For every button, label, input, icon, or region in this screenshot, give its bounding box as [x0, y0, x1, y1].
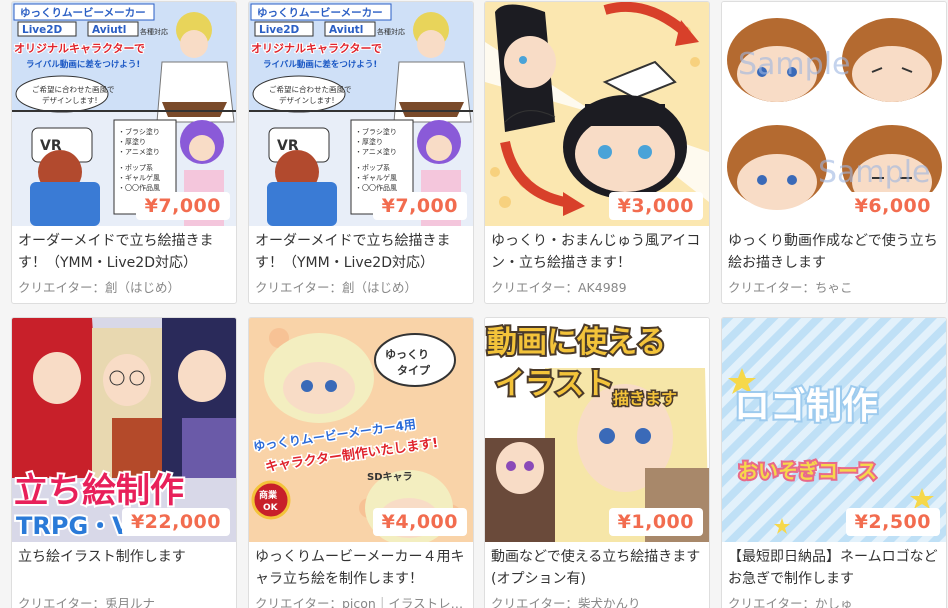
svg-text:・ギャルゲ風: ・ギャルゲ風 [355, 173, 397, 182]
svg-text:・〇〇作品風: ・〇〇作品風 [355, 183, 397, 192]
svg-text:・〇〇作品風: ・〇〇作品風 [118, 183, 160, 192]
creator-name[interactable]: クリエイター：創（はじめ） [12, 276, 236, 298]
svg-text:各種対応: 各種対応 [140, 27, 168, 36]
price-label: ¥7,000 [135, 192, 230, 220]
svg-text:動画に使える: 動画に使える [487, 325, 666, 360]
service-thumbnail[interactable]: ¥3,000 [485, 2, 709, 226]
svg-text:各種対応: 各種対応 [377, 27, 405, 36]
svg-text:ご希望に合わせた画風で: ご希望に合わせた画風で [269, 84, 352, 94]
svg-text:Sample: Sample [818, 155, 931, 190]
service-title[interactable]: 動画などで使える立ち絵描きます(オプション有) [485, 542, 709, 592]
creator-name[interactable]: クリエイター：AK4989 [485, 276, 709, 298]
svg-text:Live2D: Live2D [259, 24, 300, 36]
svg-text:ロゴ制作: ロゴ制作 [734, 385, 878, 427]
svg-text:Aviutl: Aviutl [329, 24, 363, 36]
svg-text:ゆっくりムービーメーカー: ゆっくりムービーメーカー [257, 6, 383, 19]
service-title[interactable]: 【最短即日納品】ネームロゴなどお急ぎで制作します [722, 542, 946, 592]
svg-text:描きます: 描きます [613, 389, 677, 408]
price-label: ¥3,000 [608, 192, 703, 220]
svg-text:デザインします!: デザインします! [42, 95, 98, 105]
service-title[interactable]: ゆっくり・おまんじゅう風アイコン・立ち絵描きます！ [485, 226, 709, 276]
service-thumbnail[interactable]: ゆっくりムービーメーカー Live2D Aviutl 各種対応 オリジナルキャラ… [249, 2, 473, 226]
price-label: ¥1,000 [608, 508, 703, 536]
service-card[interactable]: ゆっくりムービーメーカー Live2D Aviutl 各種対応 オリジナルキャラ… [248, 1, 474, 304]
svg-text:SDキャラ: SDキャラ [367, 471, 413, 483]
svg-text:ライバル動画に差をつけよう!: ライバル動画に差をつけよう! [263, 59, 377, 70]
svg-text:・アニメ塗り: ・アニメ塗り [118, 147, 160, 156]
svg-text:Aviutl: Aviutl [92, 24, 126, 36]
svg-text:商業: 商業 [259, 489, 278, 501]
price-label: ¥6,000 [845, 192, 940, 220]
svg-text:・ブラシ塗り: ・ブラシ塗り [355, 127, 397, 136]
svg-text:OK: OK [263, 503, 279, 513]
svg-text:・厚塗り: ・厚塗り [118, 137, 146, 146]
creator-name[interactable]: クリエイター：ちゃこ [722, 276, 946, 298]
price-label: ¥22,000 [121, 508, 230, 536]
svg-text:・厚塗り: ・厚塗り [355, 137, 383, 146]
svg-text:ご希望に合わせた画風で: ご希望に合わせた画風で [32, 84, 115, 94]
service-thumbnail[interactable]: 動画に使える イラスト 描きます ¥1,000 [485, 318, 709, 542]
service-title[interactable]: オーダーメイドで立ち絵描きます！（YMM・Live2D対応） [12, 226, 236, 276]
service-grid: ゆっくりムービーメーカー Live2D Aviutl 各種対応 オリジナルキャラ… [0, 0, 948, 608]
svg-text:立ち絵制作: 立ち絵制作 [14, 471, 184, 511]
service-thumbnail[interactable]: Sample Sample ¥6,000 [722, 2, 946, 226]
service-card[interactable]: ゆっくりムービーメーカー Live2D Aviutl 各種対応 オリジナルキャラ… [11, 1, 237, 304]
svg-text:・ギャルゲ風: ・ギャルゲ風 [118, 173, 160, 182]
svg-text:・アニメ塗り: ・アニメ塗り [355, 147, 397, 156]
service-thumbnail[interactable]: 立ち絵制作 TRPG・V ¥22,000 [12, 318, 236, 542]
creator-name[interactable]: クリエイター：かしゅ [722, 592, 946, 608]
svg-text:デザインします!: デザインします! [279, 95, 335, 105]
creator-name[interactable]: クリエイター：創（はじめ） [249, 276, 473, 298]
price-label: ¥7,000 [372, 192, 467, 220]
svg-text:・ブラシ塗り: ・ブラシ塗り [118, 127, 160, 136]
price-label: ¥4,000 [372, 508, 467, 536]
svg-text:・ポップ系: ・ポップ系 [355, 163, 390, 172]
service-title[interactable]: ゆっくり動画作成などで使う立ち絵お描きします [722, 226, 946, 276]
service-card[interactable]: 立ち絵制作 TRPG・V ¥22,000 立ち絵イラスト制作します クリエイター… [11, 317, 237, 608]
svg-text:オリジナルキャラクターで: オリジナルキャラクターで [14, 42, 145, 55]
svg-text:ゆっくりムービーメーカー: ゆっくりムービーメーカー [20, 6, 146, 19]
service-card[interactable]: 動画に使える イラスト 描きます ¥1,000 動画などで使える立ち絵描きます(… [484, 317, 710, 608]
service-title[interactable]: オーダーメイドで立ち絵描きます！（YMM・Live2D対応） [249, 226, 473, 276]
svg-text:Sample: Sample [738, 47, 851, 82]
service-title[interactable]: ゆっくりムービーメーカー４用キャラ立ち絵を制作します！ [249, 542, 473, 592]
svg-text:おいそぎコース: おいそぎコース [738, 459, 877, 483]
svg-text:・ポップ系: ・ポップ系 [118, 163, 153, 172]
svg-text:イラスト: イラスト [495, 367, 614, 402]
service-thumbnail[interactable]: ゆっくり タイプ ゆっくりムービーメーカー4用 キャラクター制作いたします! 商… [249, 318, 473, 542]
creator-name[interactable]: クリエイター：柴犬かんり [485, 592, 709, 608]
svg-text:ライバル動画に差をつけよう!: ライバル動画に差をつけよう! [26, 59, 140, 70]
service-thumbnail[interactable]: ゆっくりムービーメーカー Live2D Aviutl 各種対応 オリジナルキャラ… [12, 2, 236, 226]
price-label: ¥2,500 [845, 508, 940, 536]
svg-text:ゆっくり: ゆっくり [385, 348, 429, 361]
service-card[interactable]: ゆっくり タイプ ゆっくりムービーメーカー4用 キャラクター制作いたします! 商… [248, 317, 474, 608]
creator-name[interactable]: クリエイター：兎月ルナ [12, 592, 236, 608]
service-thumbnail[interactable]: ロゴ制作 おいそぎコース ¥2,500 [722, 318, 946, 542]
service-card[interactable]: ロゴ制作 おいそぎコース ¥2,500 【最短即日納品】ネームロゴなどお急ぎで制… [721, 317, 947, 608]
service-card[interactable]: Sample Sample ¥6,000 ゆっくり動画作成などで使う立ち絵お描き… [721, 1, 947, 304]
svg-text:オリジナルキャラクターで: オリジナルキャラクターで [251, 42, 382, 55]
service-card[interactable]: ¥3,000 ゆっくり・おまんじゅう風アイコン・立ち絵描きます！ クリエイター：… [484, 1, 710, 304]
svg-text:TRPG・V: TRPG・V [16, 512, 131, 540]
creator-name[interactable]: クリエイター：picon｜イラストレーター [249, 592, 473, 608]
svg-text:タイプ: タイプ [397, 363, 431, 377]
service-title[interactable]: 立ち絵イラスト制作します [12, 542, 236, 592]
svg-text:Live2D: Live2D [22, 24, 63, 36]
